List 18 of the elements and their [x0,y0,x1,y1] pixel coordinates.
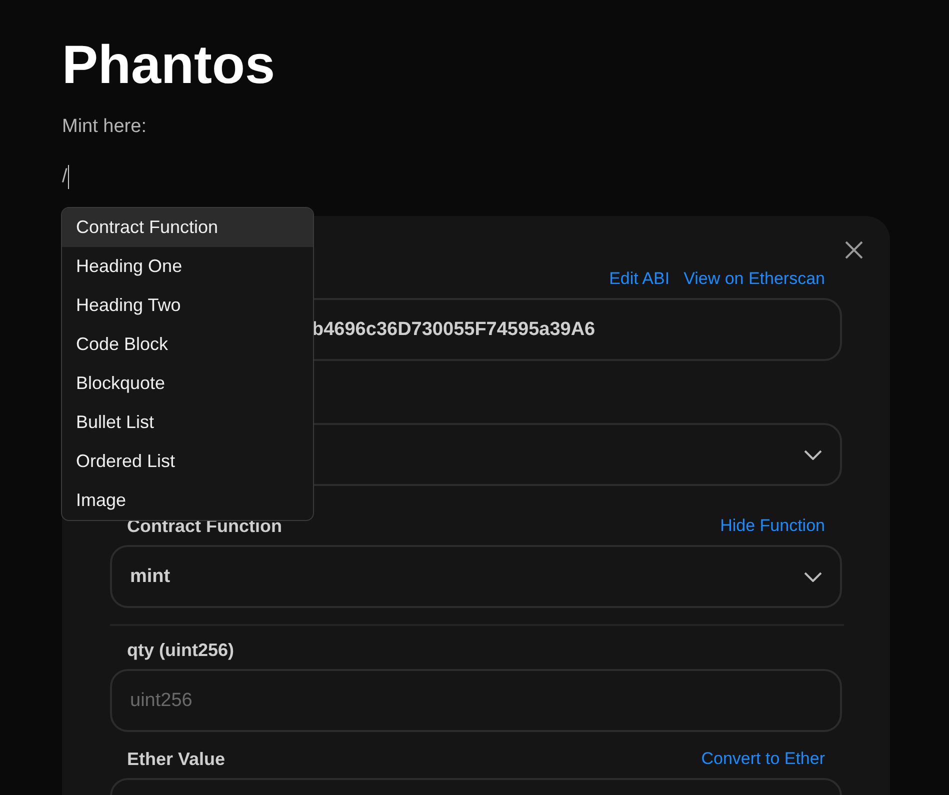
page-title: Phantos [62,34,276,97]
link[interactable]: View on Etherscan [684,269,825,289]
select-value: mint [130,566,170,588]
field-label: Ether Value [127,748,226,770]
input-field[interactable]: uint256 [110,669,842,732]
field-label: qty (uint256) [127,640,234,660]
menu-item[interactable]: Heading One [62,247,313,286]
menu-item[interactable]: Contract Function [62,208,313,247]
link[interactable]: Convert to Ether [701,749,825,769]
typed-text: / [62,166,68,188]
paragraph: Mint here: [62,115,148,139]
menu-item[interactable]: Blockquote [62,364,313,403]
menu-item[interactable]: Bullet List [62,403,313,442]
menu-item[interactable]: Ordered List [62,442,313,481]
address-value: b4696c36D730055F74595a39A6 [312,318,596,340]
link[interactable]: Edit ABI [609,269,670,289]
link[interactable]: Hide Function [720,516,825,536]
function-select[interactable]: mint [110,545,842,608]
